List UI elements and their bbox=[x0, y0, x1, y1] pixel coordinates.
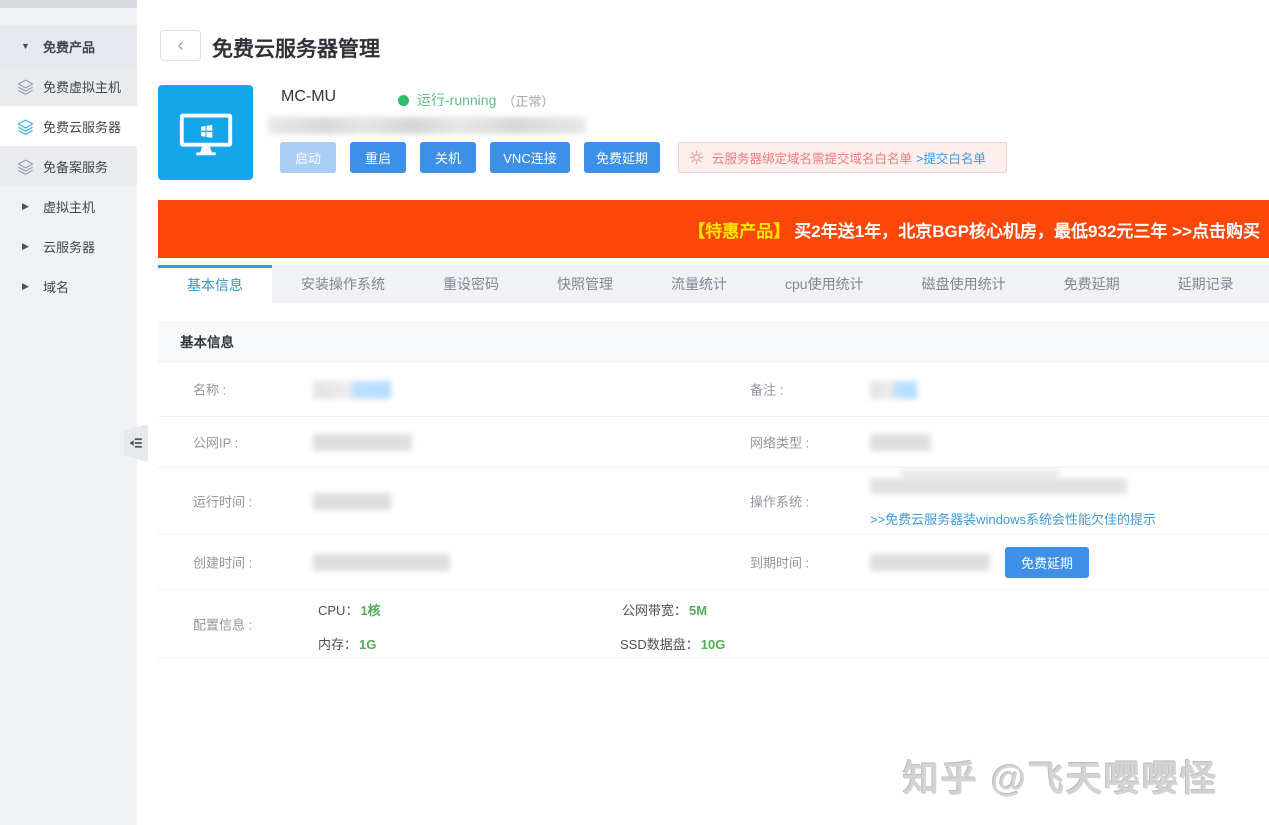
back-button[interactable]: ‹ bbox=[160, 30, 201, 61]
sidebar-menu: ▼ 免费产品 免费虚拟主机 免费云服务器 免备案服务 bbox=[0, 26, 137, 306]
network-type-label: 网络类型 : bbox=[750, 433, 809, 452]
collapse-menu-icon bbox=[129, 436, 143, 450]
memory-spec: 内存：1G bbox=[318, 634, 376, 653]
sidebar-item-label: 免费产品 bbox=[43, 37, 95, 56]
tab-free-renewal[interactable]: 免费延期 bbox=[1035, 265, 1149, 303]
sidebar-item-free-cloud-server[interactable]: 免费云服务器 bbox=[0, 106, 137, 146]
notice-text: 云服务器绑定域名需提交域名白名单 bbox=[712, 148, 912, 167]
sidebar-item-virtual-host[interactable]: ▶ 虚拟主机 bbox=[0, 186, 137, 226]
sidebar-item-cloud-server[interactable]: ▶ 云服务器 bbox=[0, 226, 137, 266]
ssd-value: 10G bbox=[701, 637, 726, 652]
redacted-os-value bbox=[870, 478, 1127, 494]
bandwidth-value: 5M bbox=[689, 603, 707, 618]
sidebar-item-label: 域名 bbox=[43, 277, 69, 296]
tab-renewal-history[interactable]: 延期记录 bbox=[1149, 265, 1263, 303]
tab-snapshot[interactable]: 快照管理 bbox=[528, 265, 642, 303]
page-title: 免费云服务器管理 bbox=[212, 33, 380, 63]
layers-icon bbox=[17, 78, 34, 95]
chevron-right-icon: ▶ bbox=[17, 238, 34, 255]
chevron-down-icon: ▼ bbox=[17, 38, 34, 55]
memory-label: 内存： bbox=[318, 637, 357, 652]
ssd-spec: SSD数据盘：10G bbox=[620, 634, 725, 653]
whitelist-notice: 云服务器绑定域名需提交域名白名单 >提交白名单 bbox=[678, 142, 1007, 173]
tab-traffic-stats[interactable]: 流量统计 bbox=[642, 265, 756, 303]
sidebar-item-free-virtual-host[interactable]: 免费虚拟主机 bbox=[0, 66, 137, 106]
sidebar-item-label: 云服务器 bbox=[43, 237, 95, 256]
expire-label: 到期时间 : bbox=[750, 553, 809, 572]
restart-button[interactable]: 重启 bbox=[350, 142, 406, 173]
sidebar-top-strip bbox=[0, 0, 137, 8]
redacted-expire-value bbox=[870, 554, 990, 571]
tab-disk-stats[interactable]: 磁盘使用统计 bbox=[893, 265, 1035, 303]
info-row-name-remark: 名称 : 备注 : bbox=[158, 362, 1269, 417]
tab-cpu-stats[interactable]: cpu使用统计 bbox=[756, 265, 893, 303]
tab-install-os[interactable]: 安装操作系统 bbox=[272, 265, 414, 303]
tab-reset-password[interactable]: 重设密码 bbox=[414, 265, 528, 303]
tab-basic-info[interactable]: 基本信息 bbox=[158, 265, 272, 303]
server-status: 运行-running （正常） bbox=[398, 90, 554, 110]
ssd-label: SSD数据盘： bbox=[620, 637, 699, 652]
name-label: 名称 : bbox=[193, 380, 226, 399]
shutdown-button[interactable]: 关机 bbox=[420, 142, 476, 173]
public-ip-label: 公网IP : bbox=[193, 433, 238, 452]
windows-performance-tip-link[interactable]: >>免费云服务器装windows系统会性能欠佳的提示 bbox=[870, 509, 1156, 528]
submit-whitelist-link[interactable]: >提交白名单 bbox=[916, 148, 986, 167]
sidebar-item-domain[interactable]: ▶ 域名 bbox=[0, 266, 137, 306]
sidebar-item-label: 免费虚拟主机 bbox=[43, 77, 121, 96]
sidebar-item-free-icp-service[interactable]: 免备案服务 bbox=[0, 146, 137, 186]
info-row-ip-network: 公网IP : 网络类型 : bbox=[158, 417, 1269, 468]
chevron-right-icon: ▶ bbox=[17, 198, 34, 215]
info-row-config: 配置信息 : CPU：1核 公网带宽：5M 内存：1G SSD数据盘：10G bbox=[158, 590, 1269, 658]
promo-banner[interactable]: 【特惠产品】 买2年送1年，北京BGP核心机房，最低932元三年 >>点击购买 bbox=[158, 200, 1269, 258]
tab-bar: 基本信息 安装操作系统 重设密码 快照管理 流量统计 cpu使用统计 磁盘使用统… bbox=[158, 265, 1269, 303]
zhihu-watermark: 知乎 @飞天嘤嘤怪 bbox=[903, 750, 1218, 802]
status-note: （正常） bbox=[502, 91, 554, 110]
page: ▼ 免费产品 免费虚拟主机 免费云服务器 免备案服务 bbox=[0, 0, 1269, 825]
redacted-created-value bbox=[313, 554, 450, 571]
bandwidth-spec: 公网带宽：5M bbox=[622, 600, 707, 619]
basic-info-card: 基本信息 名称 : 备注 : 公网IP : 网络类型 : 运行时间 : 操作系统… bbox=[158, 322, 1269, 658]
start-button[interactable]: 启动 bbox=[280, 142, 336, 173]
status-text: 运行-running bbox=[417, 90, 496, 110]
cpu-value: 1核 bbox=[360, 603, 380, 618]
redacted-uptime-value bbox=[313, 493, 391, 510]
os-label: 操作系统 : bbox=[750, 492, 809, 511]
sidebar-item-label: 虚拟主机 bbox=[43, 197, 95, 216]
redacted-network-value bbox=[870, 434, 931, 451]
lightbulb-icon bbox=[689, 150, 704, 165]
info-row-created-expire: 创建时间 : 到期时间 : 免费延期 bbox=[158, 535, 1269, 590]
sidebar: ▼ 免费产品 免费虚拟主机 免费云服务器 免备案服务 bbox=[0, 0, 137, 825]
free-renewal-button[interactable]: 免费延期 bbox=[584, 142, 660, 173]
cpu-spec: CPU：1核 bbox=[318, 600, 381, 619]
sidebar-item-free-products[interactable]: ▼ 免费产品 bbox=[0, 26, 137, 66]
cpu-label: CPU： bbox=[318, 603, 358, 618]
config-label: 配置信息 : bbox=[193, 614, 252, 633]
vnc-connect-button[interactable]: VNC连接 bbox=[490, 142, 570, 173]
windows-server-icon bbox=[158, 85, 253, 180]
promo-text: 买2年送1年，北京BGP核心机房，最低932元三年 >>点击购买 bbox=[794, 217, 1260, 242]
section-title: 基本信息 bbox=[158, 322, 1269, 362]
created-label: 创建时间 : bbox=[193, 553, 252, 572]
promo-highlight: 【特惠产品】 bbox=[688, 217, 790, 242]
sidebar-item-label: 免备案服务 bbox=[43, 157, 108, 176]
redacted-ip-value bbox=[313, 434, 412, 451]
layers-icon bbox=[17, 118, 34, 135]
chevron-right-icon: ▶ bbox=[17, 278, 34, 295]
free-renewal-inline-button[interactable]: 免费延期 bbox=[1005, 547, 1089, 578]
memory-value: 1G bbox=[359, 637, 376, 652]
server-name: MC-MU bbox=[281, 88, 336, 106]
uptime-label: 运行时间 : bbox=[193, 492, 252, 511]
redacted-remark-value bbox=[870, 381, 917, 399]
status-dot-icon bbox=[398, 95, 409, 106]
info-row-uptime-os: 运行时间 : 操作系统 : >>免费云服务器装windows系统会性能欠佳的提示 bbox=[158, 468, 1269, 535]
sidebar-item-label: 免费云服务器 bbox=[43, 117, 121, 136]
redacted-server-details bbox=[268, 117, 586, 134]
redacted-name-value bbox=[313, 381, 391, 399]
bandwidth-label: 公网带宽： bbox=[622, 603, 687, 618]
layers-icon bbox=[17, 158, 34, 175]
remark-label: 备注 : bbox=[750, 380, 783, 399]
